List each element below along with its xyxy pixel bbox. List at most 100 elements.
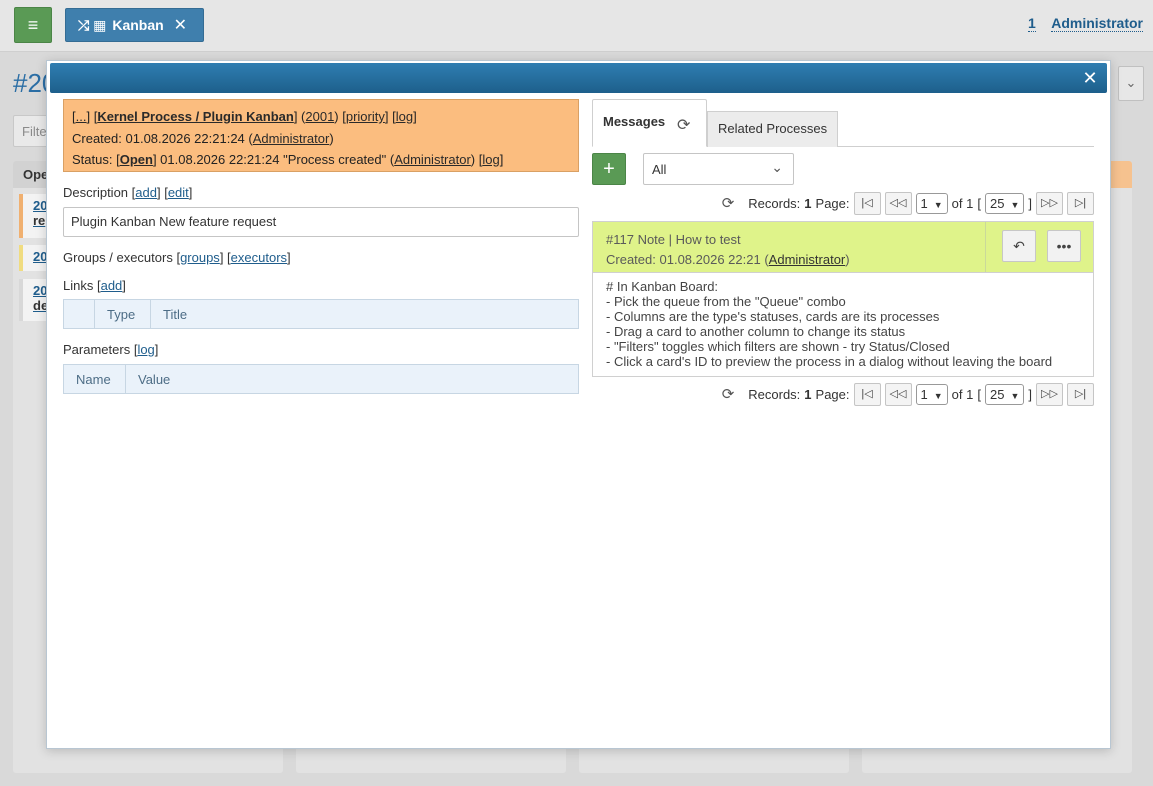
groups-label: Groups / executors [63,250,173,265]
status-log-link[interactable]: log [482,152,499,167]
executors-link[interactable]: executors [231,250,287,265]
chevron-down-icon: ▼ [933,390,943,401]
page-select[interactable]: 1 ▼ [915,192,948,214]
tab-related-label: Related Processes [718,121,828,136]
tab-messages[interactable]: Messages ⟳ [592,99,707,147]
pager-bottom: ⟳ Records: 1 Page: |◁ ◁◁ 1 ▼ of 1 [ 25 ▼ ]… [592,382,1094,406]
page-size-value: 25 [989,195,1005,211]
reply-icon: ↶ [1013,238,1025,254]
prev-page-icon[interactable]: ◁◁ [884,191,912,215]
first-page-icon[interactable]: |◁ [853,191,881,215]
refresh-icon[interactable]: ⟳ [722,385,735,403]
description-label-row: Description [add] [edit] [63,185,193,200]
top-bar: ≡ ⤮ ▦ Kanban ✕ 1 Administrator [0,0,1153,52]
priority-link[interactable]: priority [346,109,385,124]
board-card[interactable]: 20 re [19,194,49,238]
bracket-open: [ [977,386,981,402]
parameters-table-header: Name Value [63,364,579,394]
parameters-col-value: Value [138,372,171,387]
chevron-down-icon: ▼ [933,199,943,210]
hamburger-icon: ≡ [27,15,39,35]
shuffle-grid-icon: ⤮ ▦ [78,16,107,33]
reply-button[interactable]: ↶ [1002,230,1036,262]
process-header: [...] [Kernel Process / Plugin Kanban] (… [63,99,579,172]
tab-related-processes[interactable]: Related Processes [707,111,838,147]
process-type-link[interactable]: Kernel Process / Plugin Kanban [97,109,294,124]
created-label: Created: [72,130,122,146]
board-card[interactable]: 20 de [19,279,49,321]
links-add-link[interactable]: add [101,278,123,293]
last-page-icon[interactable]: ▷| [1067,191,1094,215]
message-author-link[interactable]: Administrator [769,252,846,267]
records-label: Records: [748,386,801,402]
dialog-titlebar[interactable]: ✕ [50,63,1107,93]
next-page-icon[interactable]: ▷▷ [1036,382,1063,406]
status-time: 01.08.2026 22:21:24 [160,152,280,167]
header-divider [985,222,986,272]
refresh-icon[interactable]: ⟳ [722,194,735,212]
message-type-select[interactable]: All ⌄ [643,153,794,185]
refresh-icon[interactable]: ⟳ [677,115,690,135]
bracket-close: ] [1028,195,1032,211]
records-count: 1 [804,386,812,402]
message-created-label: Created: [606,252,656,267]
links-table-header: Type Title [63,299,579,329]
message-item: #117 Note | How to test Created: 01.08.2… [592,221,1094,377]
parameters-col-name: Name [64,365,126,393]
last-page-icon[interactable]: ▷| [1067,382,1094,406]
status-comment: "Process created" [283,152,387,167]
more-actions-button[interactable]: ••• [1047,230,1081,262]
chevron-down-icon: ▼ [1010,199,1020,210]
message-type-value: All [652,162,667,177]
queue-dropdown[interactable]: ⌄ [1118,66,1144,101]
message-body: # In Kanban Board: - Pick the queue from… [606,279,1053,369]
notification-count[interactable]: 1 [1028,15,1036,32]
links-label: Links [63,278,94,293]
records-count: 1 [804,195,812,211]
status-link[interactable]: Open [120,152,153,167]
process-log-link[interactable]: log [396,109,413,124]
more-icon: ••• [1056,238,1072,254]
description-edit-link[interactable]: edit [168,185,189,200]
links-label-row: Links [add] [63,278,126,293]
process-header-line1: [...] [Kernel Process / Plugin Kanban] (… [72,109,417,124]
page-label: Page: [815,386,850,402]
description-add-link[interactable]: add [135,185,157,200]
page-select[interactable]: 1 ▼ [915,383,948,405]
parameters-label: Parameters [63,342,131,357]
add-message-button[interactable]: + [592,153,626,185]
close-icon[interactable]: ✕ [1079,67,1101,89]
description-label: Description [63,185,129,200]
links-col-title: Title [163,307,188,322]
status-user-link[interactable]: Administrator [394,152,471,167]
bracket-close: ] [1028,386,1032,402]
process-id-link[interactable]: 2001 [305,109,334,124]
pager-top: ⟳ Records: 1 Page: |◁ ◁◁ 1 ▼ of 1 [ 25 ▼ ]… [592,191,1094,215]
groups-link[interactable]: groups [180,250,220,265]
board-card[interactable]: 20 [19,245,49,271]
page-of-label: of 1 [951,386,974,402]
main-menu-button[interactable]: ≡ [14,7,52,43]
page-size-value: 25 [989,386,1005,402]
prev-page-icon[interactable]: ◁◁ [884,382,912,406]
page-size-select[interactable]: 25 ▼ [984,383,1025,405]
user-menu-link[interactable]: Administrator [1051,15,1143,32]
parameters-log-link[interactable]: log [137,342,154,357]
process-dialog: ✕ [...] [Kernel Process / Plugin Kanban]… [46,60,1111,749]
process-menu-link[interactable]: ... [76,109,87,124]
page-size-select[interactable]: 25 ▼ [984,192,1025,214]
page-of-label: of 1 [951,195,974,211]
bracket-open: [ [977,195,981,211]
first-page-icon[interactable]: |◁ [853,382,881,406]
close-icon[interactable]: ✕ [174,15,187,35]
message-header: #117 Note | How to test Created: 01.08.2… [593,222,1093,273]
status-label: Status: [72,152,113,167]
page-label: Page: [815,195,850,211]
tab-kanban[interactable]: ⤮ ▦ Kanban ✕ [65,8,204,42]
records-label: Records: [748,195,801,211]
page-select-value: 1 [920,386,928,402]
groups-label-row: Groups / executors [groups] [executors] [63,250,291,265]
links-col-type: Type [95,300,151,328]
created-user-link[interactable]: Administrator [253,131,330,146]
next-page-icon[interactable]: ▷▷ [1036,191,1063,215]
